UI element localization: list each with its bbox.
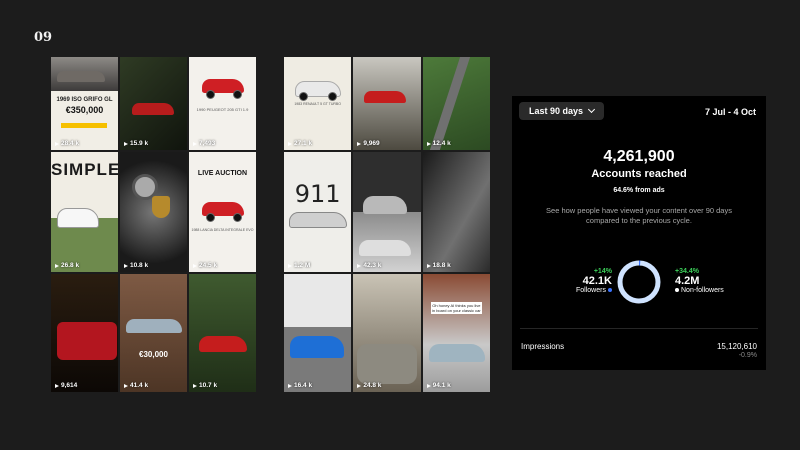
post-tile[interactable]: 9,614 (51, 274, 118, 392)
post-caption: LIVE AUCTION (197, 170, 248, 177)
view-count: 94.1 k (426, 382, 451, 389)
impressions-value: 15,120,610 (716, 342, 757, 351)
post-tile[interactable]: LIVE AUCTION 1988 LANCIA DELTA INTEGRALE… (189, 152, 256, 272)
post-tile[interactable]: Oh honey AI thinks you live in board on … (422, 274, 490, 392)
view-count: 1.2 M (288, 262, 310, 269)
view-count: 26.8 k (55, 262, 79, 269)
non-followers-value: 4.2M (675, 275, 700, 287)
play-icon (357, 383, 362, 388)
view-count: 27.1 k (288, 140, 312, 147)
insights-panel: Last 90 days 7 Jul - 4 Oct 4,261,900 Acc… (512, 96, 766, 370)
divider (520, 328, 758, 329)
impressions-stat: 15,120,610 -0.9% (717, 342, 757, 359)
slide-number: 09 (34, 30, 53, 45)
post-caption: Oh honey AI thinks you live in board on … (430, 302, 482, 314)
play-icon (124, 141, 128, 146)
chevron-down-icon (587, 105, 596, 114)
view-count: 10.7 k (193, 382, 217, 389)
play-icon (193, 263, 197, 268)
post-price: €350,000 (65, 105, 104, 115)
non-followers-dot-icon (675, 288, 679, 293)
followers-dot-icon (607, 288, 612, 293)
post-tile[interactable]: 9,969 (353, 57, 421, 150)
post-grid-left: 1969 ISO GRIFO GL €350,000 28.4 k 15.9 k… (51, 57, 256, 392)
reach-donut (617, 260, 661, 304)
play-icon (357, 141, 362, 146)
post-caption: SIMPLE (51, 160, 118, 179)
view-count: 18.8 k (426, 262, 451, 269)
impressions-label: Impressions (521, 342, 565, 351)
non-followers-pct: +34.4% (675, 268, 699, 275)
play-icon (193, 383, 197, 388)
description-text: See how people have viewed your content … (546, 206, 732, 225)
view-count: 12.4 k (426, 140, 451, 147)
play-icon (426, 263, 431, 268)
view-count: 9,614 (55, 382, 77, 389)
post-tile[interactable]: 1983 RENAULT 5 GT TURBO 27.1 k (284, 57, 352, 150)
view-count: 24.8 k (357, 382, 381, 389)
post-caption: 911 (294, 180, 341, 208)
post-tile[interactable]: €30,000 41.4 k (120, 274, 187, 392)
view-count: 7,493 (193, 140, 215, 147)
play-icon (55, 263, 59, 268)
play-icon (288, 383, 292, 388)
view-count: 42.3 k (357, 262, 381, 269)
post-price: €30,000 (139, 350, 168, 359)
play-icon (357, 263, 362, 268)
followers-pct: +14% (593, 268, 612, 275)
post-tile[interactable]: 15.9 k (120, 57, 187, 150)
play-icon (124, 383, 128, 388)
play-icon (55, 383, 59, 388)
non-followers-ring (617, 260, 661, 304)
non-followers-stat: +34.4% 4.2M Non-followers (675, 268, 724, 294)
post-tile[interactable]: 10.7 k (189, 274, 256, 392)
post-tile[interactable]: SIMPLE 26.8 k (51, 152, 118, 272)
play-icon (124, 263, 128, 268)
range-label: Last 90 days (529, 106, 584, 116)
view-count: 24.5 k (193, 262, 217, 269)
post-tile[interactable]: 24.8 k (353, 274, 421, 392)
post-caption: 1969 ISO GRIFO GL (56, 97, 113, 103)
post-tile[interactable]: 42.3 k (353, 152, 421, 272)
post-tile[interactable]: 1969 ISO GRIFO GL €350,000 28.4 k (51, 57, 118, 150)
followers-stat: +14% 42.1K Followers (576, 268, 612, 294)
accounts-reached-value: 4,261,900 (603, 148, 675, 165)
post-tile[interactable]: 18.8 k (422, 152, 490, 272)
followers-label: Followers (576, 287, 606, 294)
play-icon (288, 263, 292, 268)
play-icon (426, 141, 431, 146)
view-count: 16.4 k (288, 382, 312, 389)
range-dropdown[interactable]: Last 90 days (519, 102, 605, 120)
from-ads-text: 64.6% from ads (613, 187, 665, 194)
date-range: 7 Jul - 4 Oct (704, 107, 756, 117)
post-caption: 1983 RENAULT 5 GT TURBO (294, 102, 341, 106)
view-count: 9,969 (357, 140, 380, 147)
play-icon (55, 141, 59, 146)
accounts-reached-label: Accounts reached (591, 168, 687, 180)
view-count: 15.9 k (124, 140, 148, 147)
play-icon (193, 141, 197, 146)
non-followers-label: Non-followers (681, 287, 724, 294)
post-tile[interactable]: 911 1.2 M (284, 152, 352, 272)
post-tile[interactable]: 1990 PEUGEOT 205 GTI 1.9 7,493 (189, 57, 256, 150)
followers-value: 42.1K (582, 275, 612, 287)
impressions-delta: -0.9% (738, 352, 757, 359)
post-tile[interactable]: 10.8 k (120, 152, 187, 272)
post-caption: 1990 PEUGEOT 205 GTI 1.9 (196, 107, 249, 112)
post-tile[interactable]: 12.4 k (422, 57, 490, 150)
play-icon (288, 141, 292, 146)
play-icon (426, 383, 431, 388)
post-grid-right: 1983 RENAULT 5 GT TURBO 27.1 k 9,969 12.… (284, 57, 490, 392)
view-count: 41.4 k (124, 382, 148, 389)
view-count: 10.8 k (124, 262, 148, 269)
post-subcaption: 1988 LANCIA DELTA INTEGRALE EVO (191, 228, 254, 232)
post-tile[interactable]: 16.4 k (284, 274, 352, 392)
view-count: 28.4 k (55, 140, 79, 147)
